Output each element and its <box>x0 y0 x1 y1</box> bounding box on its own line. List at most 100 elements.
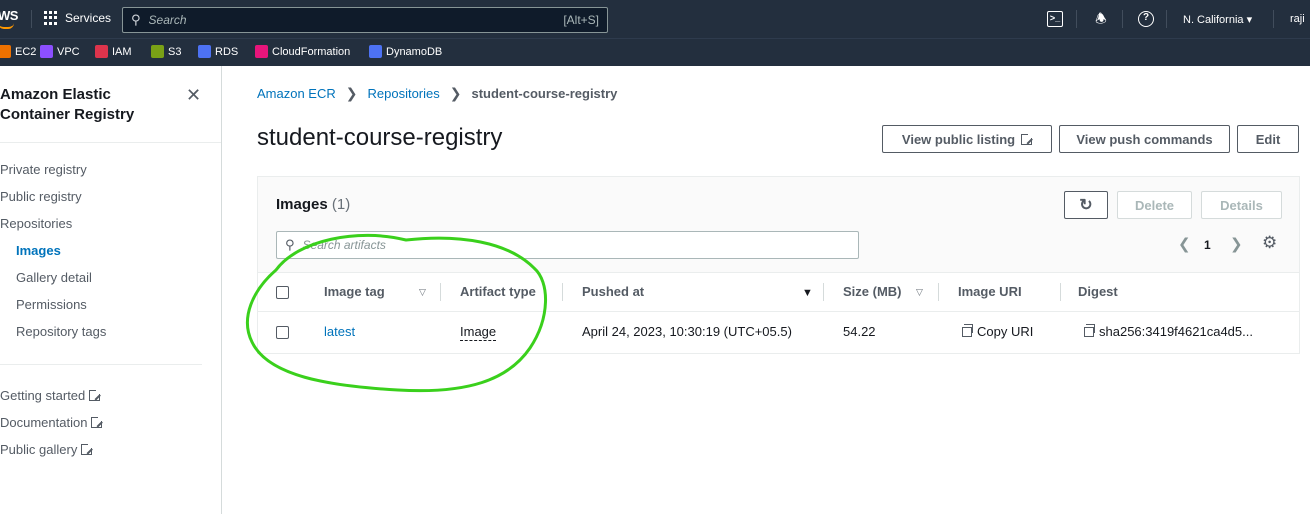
sidebar-item-repositories[interactable]: Repositories <box>0 216 72 231</box>
sort-descending-icon[interactable]: ▼ <box>802 287 813 299</box>
images-title-label: Images <box>276 196 328 213</box>
s3-icon <box>151 45 164 58</box>
favorite-label: DynamoDB <box>386 45 443 58</box>
artifact-type-label: Image <box>460 324 497 341</box>
filter-triangle-icon[interactable]: ▽ <box>916 287 923 298</box>
favorite-ec2[interactable]: EC2 <box>0 45 36 58</box>
view-public-listing-button[interactable]: View public listing <box>882 125 1052 153</box>
breadcrumb-repositories[interactable]: Repositories <box>367 86 439 101</box>
row-checkbox[interactable] <box>276 326 289 339</box>
digest-value: sha256:3419f4621ca4d5... <box>1099 324 1253 339</box>
column-divider <box>562 283 563 301</box>
details-button[interactable]: Details <box>1201 191 1282 219</box>
favorite-s3[interactable]: S3 <box>151 45 181 58</box>
copy-uri-button[interactable]: Copy URI <box>962 324 1033 339</box>
top-navigation-bar: WS Services ⚲ [Alt+S] >_ 🕭 ? N. Californ… <box>0 0 1310 38</box>
favorite-iam[interactable]: IAM <box>95 45 132 58</box>
service-title[interactable]: Amazon Elastic Container Registry <box>0 85 170 125</box>
services-menu-button[interactable]: Services <box>44 11 111 25</box>
current-page[interactable]: 1 <box>1204 238 1211 252</box>
favorite-label: CloudFormation <box>272 45 351 58</box>
region-selector[interactable]: N. California ▾ <box>1183 13 1252 26</box>
favorite-vpc[interactable]: VPC <box>40 45 80 58</box>
column-header-artifact-type[interactable]: Artifact type <box>460 284 536 299</box>
column-header-size[interactable]: Size (MB) <box>843 284 902 299</box>
pushed-at-value: April 24, 2023, 10:30:19 (UTC+05.5) <box>582 324 792 339</box>
favorite-rds[interactable]: RDS <box>198 45 238 58</box>
search-shortcut: [Alt+S] <box>563 13 599 27</box>
column-header-image-uri[interactable]: Image URI <box>958 284 1022 299</box>
external-link-icon <box>91 416 104 428</box>
select-all-checkbox[interactable] <box>276 286 289 299</box>
sidebar-item-gallery-detail[interactable]: Gallery detail <box>16 270 92 285</box>
sidebar-link-documentation[interactable]: Documentation <box>0 415 104 430</box>
nav-divider <box>1076 10 1077 28</box>
favorite-label: EC2 <box>15 45 37 58</box>
chevron-right-icon[interactable]: ❯ <box>1230 235 1243 253</box>
global-search-input[interactable] <box>148 13 564 27</box>
cloudformation-icon <box>255 45 268 58</box>
search-icon: ⚲ <box>131 12 141 27</box>
nav-divider <box>31 10 32 28</box>
size-value: 54.22 <box>843 324 876 339</box>
images-panel-header: Images (1) ↻ Delete Details ⚲ ❮ 1 ❯ ⚙ <box>258 177 1299 273</box>
nav-divider <box>1273 10 1274 28</box>
sidebar-link-getting-started[interactable]: Getting started <box>0 388 102 403</box>
favorite-dynamodb[interactable]: DynamoDB <box>369 45 442 58</box>
artifact-search-input[interactable] <box>302 238 850 252</box>
account-menu[interactable]: raji <box>1290 13 1305 25</box>
close-icon[interactable]: ✕ <box>186 85 201 106</box>
copy-uri-label: Copy URI <box>977 324 1034 339</box>
favorites-bar: EC2 VPC IAM S3 RDS CloudFormation Dynamo… <box>0 38 1310 66</box>
sidebar-item-public-registry[interactable]: Public registry <box>0 189 82 204</box>
gear-icon[interactable]: ⚙ <box>1262 233 1277 253</box>
refresh-button[interactable]: ↻ <box>1064 191 1108 219</box>
sidebar-item-private-registry[interactable]: Private registry <box>0 162 87 177</box>
copy-digest-button[interactable]: sha256:3419f4621ca4d5... <box>1084 324 1253 339</box>
column-divider <box>823 283 824 301</box>
link-label: Documentation <box>0 415 88 430</box>
column-divider <box>938 283 939 301</box>
bell-icon[interactable]: 🕭 <box>1093 11 1109 27</box>
side-navigation: Amazon Elastic Container Registry ✕ Priv… <box>0 66 222 514</box>
page-title: student-course-registry <box>257 124 503 151</box>
delete-button[interactable]: Delete <box>1117 191 1192 219</box>
help-icon[interactable]: ? <box>1138 11 1154 27</box>
external-link-icon <box>89 389 102 401</box>
sidebar-item-permissions[interactable]: Permissions <box>16 297 87 312</box>
artifact-type-value[interactable]: Image <box>460 324 497 341</box>
sidebar-link-public-gallery[interactable]: Public gallery <box>0 442 94 457</box>
images-count: (1) <box>331 196 351 213</box>
favorite-cloudformation[interactable]: CloudFormation <box>255 45 350 58</box>
artifact-search[interactable]: ⚲ <box>276 231 859 259</box>
table-row-divider <box>258 311 1299 312</box>
column-header-image-tag[interactable]: Image tag <box>324 284 385 299</box>
button-label: View public listing <box>901 131 1016 147</box>
breadcrumb-current: student-course-registry <box>471 86 618 101</box>
aws-logo[interactable]: WS <box>0 8 18 31</box>
sidebar-item-repository-tags[interactable]: Repository tags <box>16 324 106 339</box>
edit-button[interactable]: Edit <box>1237 125 1299 153</box>
global-search[interactable]: ⚲ [Alt+S] <box>122 7 608 33</box>
view-push-commands-button[interactable]: View push commands <box>1059 125 1230 153</box>
cloudshell-icon[interactable]: >_ <box>1047 11 1063 27</box>
rds-icon <box>198 45 211 58</box>
sidebar-item-images[interactable]: Images <box>16 243 61 258</box>
chevron-right-icon: ❯ <box>345 85 358 101</box>
favorite-label: IAM <box>112 45 132 58</box>
column-header-pushed-at[interactable]: Pushed at <box>582 284 644 299</box>
column-divider <box>1060 283 1061 301</box>
image-tag-link[interactable]: latest <box>324 324 355 339</box>
filter-triangle-icon[interactable]: ▽ <box>419 287 426 298</box>
aws-smile-icon <box>0 23 14 29</box>
chevron-left-icon[interactable]: ❮ <box>1178 235 1191 253</box>
external-link-icon <box>1021 132 1034 145</box>
nav-divider <box>1122 10 1123 28</box>
link-label: Public gallery <box>0 442 78 457</box>
favorite-label: RDS <box>215 45 239 58</box>
images-panel-title: Images (1) <box>276 196 350 213</box>
breadcrumb: Amazon ECR ❯ Repositories ❯ student-cour… <box>257 85 617 102</box>
link-label: Getting started <box>0 388 86 403</box>
column-header-digest[interactable]: Digest <box>1078 284 1118 299</box>
breadcrumb-amazon-ecr[interactable]: Amazon ECR <box>257 86 336 101</box>
